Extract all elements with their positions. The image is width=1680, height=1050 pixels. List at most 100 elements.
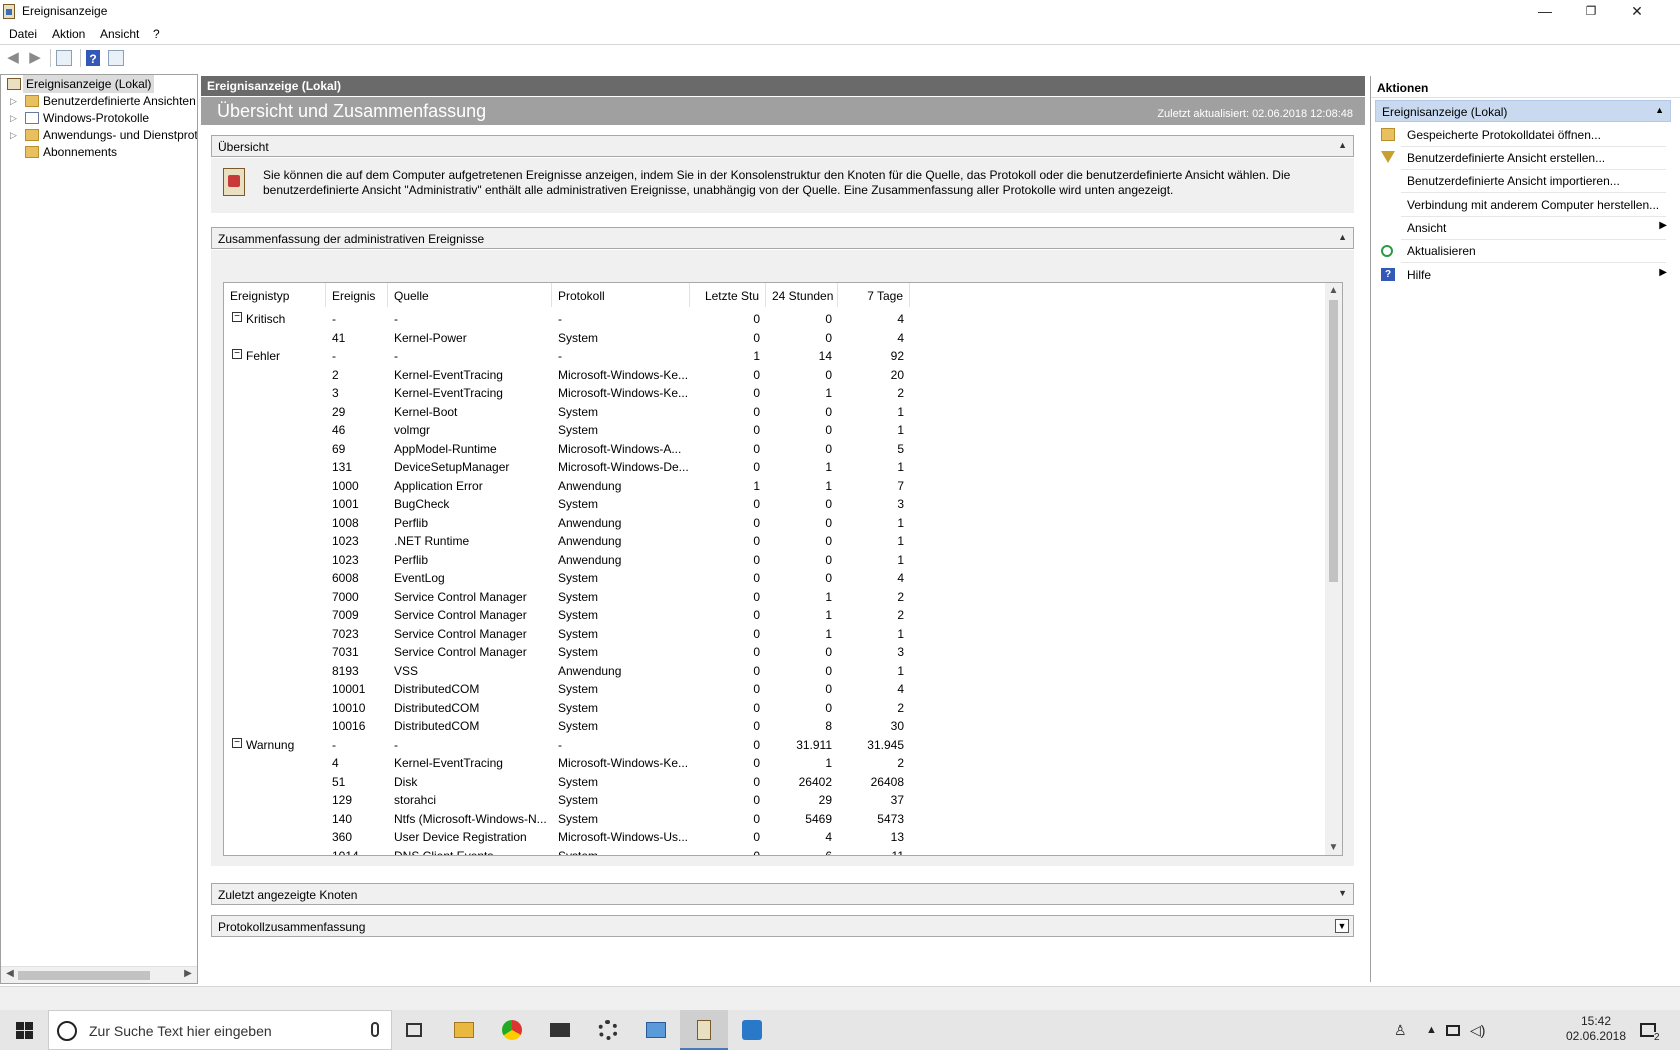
table-row[interactable]: 3 Kernel-EventTracing Microsoft-Windows-Ke… — [224, 383, 1324, 402]
table-row[interactable]: 1014 DNS Client Events System 0 6 11 — [224, 846, 1324, 856]
column-header-event[interactable]: Ereignis — [326, 283, 388, 307]
expand-arrow-icon[interactable]: ▷ — [10, 92, 17, 110]
menu-help[interactable]: ? — [153, 27, 160, 41]
action-item[interactable]: ? Hilfe ▶ — [1375, 264, 1671, 286]
back-arrow-icon[interactable]: ◀ — [4, 49, 22, 67]
table-row[interactable]: 1001 BugCheck System 0 0 3 — [224, 494, 1324, 513]
scroll-down-icon[interactable]: ▼ — [1325, 842, 1342, 853]
collapse-icon[interactable]: ▲ — [1338, 140, 1347, 150]
table-group-row[interactable]: − Fehler - - - 1 14 92 — [224, 346, 1324, 365]
table-row[interactable]: 6008 EventLog System 0 0 4 — [224, 568, 1324, 587]
table-row[interactable]: 1008 Perflib Anwendung 0 0 1 — [224, 513, 1324, 532]
table-row[interactable]: 7031 Service Control Manager System 0 0 3 — [224, 642, 1324, 661]
network-icon[interactable] — [1446, 1025, 1460, 1036]
forward-arrow-icon[interactable]: ▶ — [26, 49, 44, 67]
tree-item-windows-logs[interactable]: ▷ Windows-Protokolle — [1, 109, 197, 127]
table-row[interactable]: 7023 Service Control Manager System 0 1 1 — [224, 624, 1324, 643]
minimize-button[interactable]: — — [1522, 0, 1568, 23]
people-icon[interactable]: ♙ — [1394, 1022, 1407, 1039]
section-summary-header[interactable]: Zusammenfassung der administrativen Erei… — [211, 227, 1354, 249]
taskbar-search-box[interactable]: Zur Suche Text hier eingeben — [48, 1010, 392, 1050]
column-header-last-hour[interactable]: Letzte Stu — [690, 283, 766, 307]
table-row[interactable]: 360 User Device Registration Microsoft-Win… — [224, 827, 1324, 846]
scroll-right-icon[interactable]: ▶ — [181, 968, 195, 979]
collapse-icon[interactable]: ▲ — [1338, 232, 1347, 242]
table-group-row[interactable]: − Kritisch - - - 0 0 4 — [224, 309, 1324, 328]
scroll-left-icon[interactable]: ◀ — [3, 968, 17, 979]
table-row[interactable]: 10016 DistributedCOM System 0 8 30 — [224, 716, 1324, 735]
menu-aktion[interactable]: Aktion — [52, 27, 85, 41]
action-item[interactable]: Ansicht ▶ — [1375, 217, 1671, 239]
section-recent-nodes-header[interactable]: Zuletzt angezeigte Knoten ▼ — [211, 883, 1354, 905]
action-item[interactable]: Benutzerdefinierte Ansicht erstellen... — [1375, 147, 1671, 169]
table-row[interactable]: 51 Disk System 0 26402 26408 — [224, 772, 1324, 791]
table-row[interactable]: 7009 Service Control Manager System 0 1 2 — [224, 605, 1324, 624]
column-header-type[interactable]: Ereignistyp — [224, 283, 326, 307]
table-row[interactable]: 10010 DistributedCOM System 0 0 2 — [224, 698, 1324, 717]
control-panel-button[interactable] — [632, 1010, 680, 1050]
app-button[interactable] — [728, 1010, 776, 1050]
action-item[interactable]: Gespeicherte Protokolldatei öffnen... — [1375, 124, 1671, 146]
section-log-summary-header[interactable]: Protokollzusammenfassung ▼ — [211, 915, 1354, 937]
file-explorer-button[interactable] — [440, 1010, 488, 1050]
table-group-row[interactable]: − Warnung - - - 0 31.911 31.945 — [224, 735, 1324, 754]
table-row[interactable]: 140 Ntfs (Microsoft-Windows-N... System 0 54… — [224, 809, 1324, 828]
expand-arrow-icon[interactable]: ▷ — [10, 126, 17, 144]
chrome-button[interactable] — [488, 1010, 536, 1050]
table-row[interactable]: 29 Kernel-Boot System 0 0 1 — [224, 402, 1324, 421]
collapse-group-icon[interactable]: − — [232, 737, 242, 748]
tree-item-custom-views[interactable]: ▷ Benutzerdefinierte Ansichten — [1, 92, 197, 110]
settings-button[interactable] — [584, 1010, 632, 1050]
expand-icon[interactable]: ▼ — [1335, 919, 1349, 933]
collapse-icon[interactable]: ▲ — [1655, 105, 1664, 115]
table-row[interactable]: 7000 Service Control Manager System 0 1 2 — [224, 587, 1324, 606]
close-button[interactable]: ✕ — [1614, 0, 1660, 23]
tree-item-app-service-logs[interactable]: ▷ Anwendungs- und Dienstprotokolle — [1, 126, 197, 144]
table-row[interactable]: 2 Kernel-EventTracing Microsoft-Windows-Ke… — [224, 365, 1324, 384]
event-viewer-taskbar-button[interactable] — [680, 1010, 728, 1050]
scrollbar-thumb[interactable] — [18, 971, 150, 980]
column-header-7days[interactable]: 7 Tage — [838, 283, 910, 307]
table-vertical-scrollbar[interactable]: ▲ ▼ — [1325, 283, 1342, 855]
maximize-button[interactable]: ❐ — [1568, 0, 1614, 23]
task-view-button[interactable] — [392, 1010, 440, 1050]
section-overview-header[interactable]: Übersicht ▲ — [211, 135, 1354, 157]
actions-section-header[interactable]: Ereignisanzeige (Lokal) ▲ — [1375, 100, 1671, 122]
action-item[interactable]: Benutzerdefinierte Ansicht importieren..… — [1375, 170, 1671, 192]
expand-icon[interactable]: ▼ — [1338, 888, 1347, 898]
column-header-source[interactable]: Quelle — [388, 283, 552, 307]
table-row[interactable]: 1023 .NET Runtime Anwendung 0 0 1 — [224, 531, 1324, 550]
cortana-icon[interactable] — [57, 1021, 77, 1041]
show-action-pane-icon[interactable] — [108, 50, 124, 66]
start-button[interactable] — [0, 1010, 48, 1050]
column-header-log[interactable]: Protokoll — [552, 283, 690, 307]
table-row[interactable]: 4 Kernel-EventTracing Microsoft-Windows-Ke… — [224, 753, 1324, 772]
column-header-24h[interactable]: 24 Stunden — [766, 283, 838, 307]
volume-icon[interactable]: ◁) — [1470, 1022, 1485, 1039]
table-row[interactable]: 10001 DistributedCOM System 0 0 4 — [224, 679, 1324, 698]
summary-table[interactable]: Ereignistyp Ereignis Quelle Protokoll Le… — [223, 282, 1343, 856]
table-row[interactable]: 46 volmgr System 0 0 1 — [224, 420, 1324, 439]
table-row[interactable]: 69 AppModel-Runtime Microsoft-Windows-A...… — [224, 439, 1324, 458]
scrollbar-thumb[interactable] — [1329, 300, 1338, 582]
table-row[interactable]: 41 Kernel-Power System 0 0 4 — [224, 328, 1324, 347]
table-row[interactable]: 1000 Application Error Anwendung 1 1 7 — [224, 476, 1324, 495]
menu-datei[interactable]: Datei — [9, 27, 37, 41]
collapse-group-icon[interactable]: − — [232, 349, 242, 359]
table-row[interactable]: 129 storahci System 0 29 37 — [224, 790, 1324, 809]
table-row[interactable]: 8193 VSS Anwendung 0 0 1 — [224, 661, 1324, 680]
help-icon[interactable]: ? — [86, 50, 100, 66]
table-row[interactable]: 131 DeviceSetupManager Microsoft-Windows-D… — [224, 457, 1324, 476]
mail-button[interactable] — [536, 1010, 584, 1050]
chevron-up-icon[interactable]: ▲ — [1426, 1024, 1437, 1036]
show-tree-icon[interactable] — [56, 50, 72, 66]
tree-item-root[interactable]: Ereignisanzeige (Lokal) — [1, 75, 197, 93]
tree-horizontal-scrollbar[interactable]: ◀ ▶ — [1, 966, 197, 983]
action-item[interactable]: Verbindung mit anderem Computer herstell… — [1375, 194, 1671, 216]
expand-arrow-icon[interactable]: ▷ — [10, 109, 17, 127]
action-item[interactable]: Aktualisieren — [1375, 240, 1671, 262]
table-row[interactable]: 1023 Perflib Anwendung 0 0 1 — [224, 550, 1324, 569]
tree-item-subscriptions[interactable]: Abonnements — [1, 143, 197, 161]
system-clock[interactable]: 15:42 02.06.2018 — [1560, 1014, 1632, 1044]
scroll-up-icon[interactable]: ▲ — [1325, 285, 1342, 296]
